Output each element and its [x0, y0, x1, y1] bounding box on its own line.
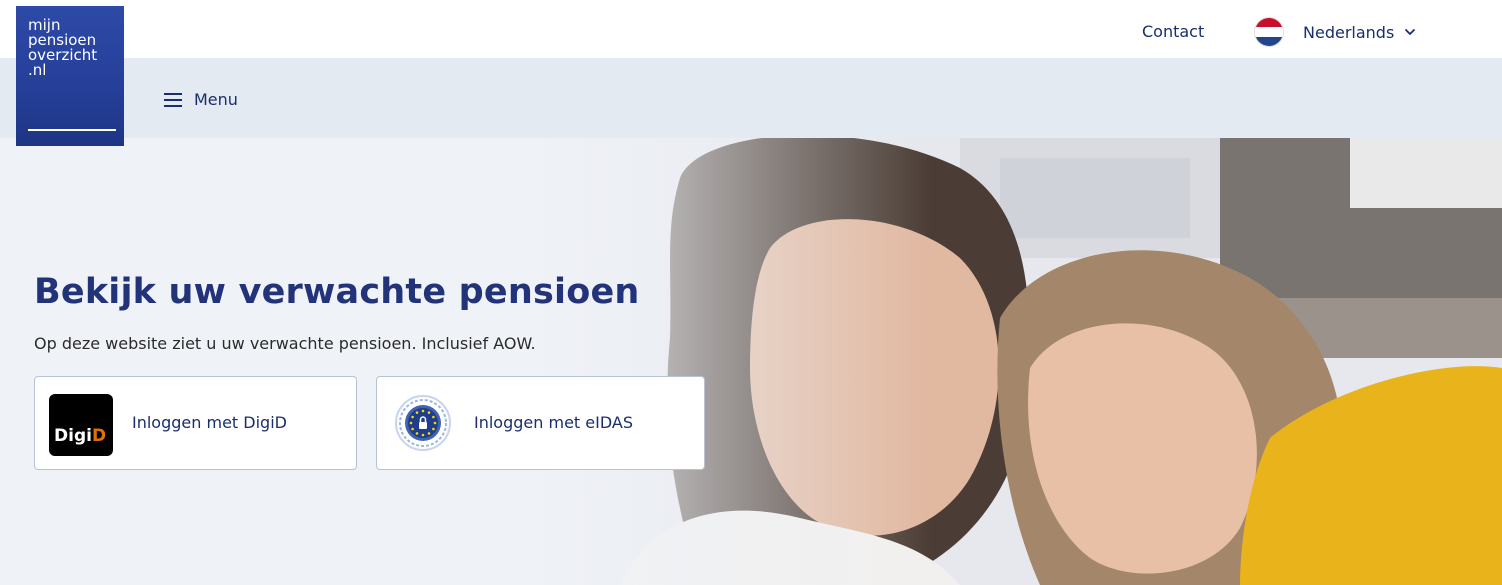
- login-digid-label: Inloggen met DigiD: [132, 413, 287, 432]
- menu-label: Menu: [194, 90, 238, 109]
- top-bar: Contact Nederlands: [0, 0, 1502, 58]
- digid-logo: Digi D: [49, 394, 113, 456]
- language-selector[interactable]: Nederlands: [1255, 17, 1416, 47]
- page-title: Bekijk uw verwachte pensioen: [34, 272, 640, 312]
- eidas-icon: [395, 395, 451, 451]
- login-eidas-label: Inloggen met eIDAS: [474, 413, 633, 432]
- logo-text-line-4: .nl: [28, 61, 47, 79]
- login-eidas-button[interactable]: Inloggen met eIDAS: [376, 376, 705, 470]
- contact-link[interactable]: Contact: [1142, 22, 1204, 41]
- chevron-down-icon: [1405, 29, 1416, 35]
- language-label: Nederlands: [1303, 22, 1395, 42]
- page-subtitle: Op deze website ziet u uw verwachte pens…: [34, 334, 536, 353]
- site-logo[interactable]: mijn pensioen overzicht .nl: [16, 6, 124, 146]
- hero-section: Bekijk uw verwachte pensioen Op deze web…: [0, 138, 1502, 585]
- digid-logo-text: Digi: [54, 426, 92, 446]
- hero-overlay: [0, 138, 1502, 585]
- nl-flag-icon: [1255, 18, 1283, 46]
- login-digid-button[interactable]: Digi D Inloggen met DigiD: [34, 376, 357, 470]
- digid-logo-text-accent: D: [91, 426, 107, 446]
- menu-button[interactable]: Menu: [164, 90, 238, 109]
- hamburger-icon: [164, 92, 182, 107]
- logo-underline: [28, 129, 116, 131]
